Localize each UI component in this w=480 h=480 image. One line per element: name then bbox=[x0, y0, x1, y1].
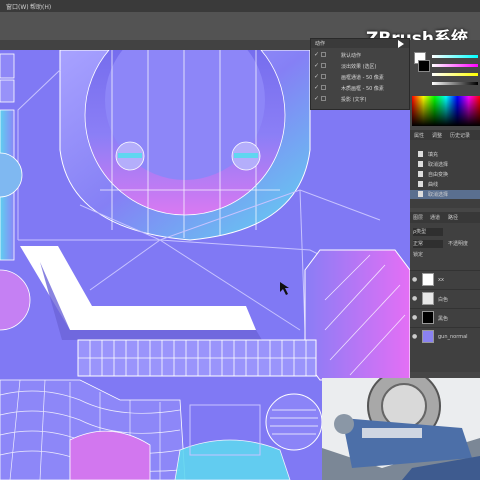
layers-panel: 图层 通道 路径 ρ类型 正常 不透明度 锁定 ● xx ● 白色 ● 黑色 ● gun… bbox=[410, 212, 480, 372]
screw-right-icon bbox=[231, 141, 261, 171]
action-label: 投影 (文字) bbox=[341, 97, 367, 103]
screw-left-icon bbox=[115, 141, 145, 171]
render-preview-image bbox=[322, 378, 480, 480]
folder-icon bbox=[321, 74, 326, 79]
layer-row[interactable]: ● gun_normal bbox=[410, 327, 480, 345]
folder-icon bbox=[321, 52, 326, 57]
video-overlay bbox=[322, 378, 480, 480]
history-label: 自由变换 bbox=[428, 172, 449, 178]
layer-thumbnail bbox=[422, 311, 434, 324]
action-label: 淡出效果 (选区) bbox=[341, 64, 377, 70]
history-item[interactable]: 曲线 bbox=[410, 180, 480, 189]
history-item[interactable]: 自由变换 bbox=[410, 170, 480, 179]
checkmark-icon: ✓ bbox=[314, 84, 320, 91]
action-label: 画框通道 - 50 像素 bbox=[341, 75, 384, 81]
folder-icon bbox=[321, 63, 326, 68]
checkmark-icon: ✓ bbox=[314, 95, 320, 102]
history-label: 取消选择 bbox=[428, 162, 449, 168]
tab-history[interactable]: 历史记录 bbox=[450, 132, 470, 139]
history-panel: 属性 调整 历史记录 填充 取消选择 自由变换 曲线 取消选择 bbox=[410, 130, 480, 208]
document-icon bbox=[418, 191, 423, 197]
history-label: 填充 bbox=[428, 152, 439, 158]
background-swatch[interactable] bbox=[418, 60, 430, 72]
layer-filter-select[interactable]: ρ类型 bbox=[413, 228, 443, 236]
checkmark-icon: ✓ bbox=[314, 51, 320, 58]
layer-name: gun_normal bbox=[438, 334, 468, 340]
folder-icon bbox=[321, 85, 326, 90]
layer-row[interactable]: ● xx bbox=[410, 270, 480, 288]
history-item-selected[interactable]: 取消选择 bbox=[410, 190, 480, 199]
layer-row[interactable]: ● 黑色 bbox=[410, 308, 480, 326]
document-icon bbox=[418, 151, 423, 157]
action-item[interactable]: ✓ 投影 (文字) bbox=[311, 94, 409, 104]
layer-thumbnail bbox=[422, 273, 434, 286]
layer-name: xx bbox=[438, 277, 444, 283]
layer-thumbnail bbox=[422, 292, 434, 305]
action-item[interactable]: ✓ 默认动作 bbox=[311, 50, 409, 60]
layer-row[interactable]: ● 白色 bbox=[410, 289, 480, 307]
action-label: 木质画框 - 50 像素 bbox=[341, 86, 384, 92]
checkmark-icon: ✓ bbox=[314, 73, 320, 80]
color-slider-y[interactable] bbox=[432, 73, 478, 76]
history-tabs: 属性 调整 历史记录 bbox=[410, 130, 480, 140]
actions-panel-tab[interactable]: 动作 bbox=[311, 39, 409, 48]
action-item[interactable]: ✓ 淡出效果 (选区) bbox=[311, 61, 409, 71]
eye-icon[interactable]: ● bbox=[412, 295, 417, 302]
tab-properties[interactable]: 属性 bbox=[414, 132, 424, 139]
play-icon[interactable] bbox=[398, 40, 404, 48]
actions-panel: 动作 ✓ 默认动作 ✓ 淡出效果 (选区) ✓ 画框通道 - 50 像素 ✓ 木质画框 … bbox=[310, 38, 410, 110]
layers-tabs: 图层 通道 路径 bbox=[410, 212, 480, 223]
layer-thumbnail bbox=[422, 330, 434, 343]
color-slider-m[interactable] bbox=[432, 64, 478, 67]
history-label: 取消选择 bbox=[428, 192, 449, 198]
blend-mode-select[interactable]: 正常 bbox=[413, 240, 443, 248]
eye-icon[interactable]: ● bbox=[412, 314, 417, 321]
checkmark-icon: ✓ bbox=[314, 62, 320, 69]
tab-paths[interactable]: 路径 bbox=[448, 214, 458, 221]
history-label: 曲线 bbox=[428, 182, 439, 188]
menu-bar: 窗口(W) 帮助(H) bbox=[0, 0, 480, 12]
color-slider-c[interactable] bbox=[432, 55, 478, 58]
layer-name: 黑色 bbox=[438, 316, 449, 322]
history-item[interactable]: 填充 bbox=[410, 150, 480, 159]
action-label: 默认动作 bbox=[341, 53, 362, 59]
eye-icon[interactable]: ● bbox=[412, 276, 417, 283]
tab-adjustments[interactable]: 调整 bbox=[432, 132, 442, 139]
actions-tab-label: 动作 bbox=[315, 41, 326, 47]
document-icon bbox=[418, 171, 423, 177]
history-item[interactable]: 取消选择 bbox=[410, 160, 480, 169]
action-item[interactable]: ✓ 木质画框 - 50 像素 bbox=[311, 83, 409, 93]
menu-item-window[interactable]: 窗口(W) bbox=[6, 2, 29, 11]
document-icon bbox=[418, 181, 423, 187]
layer-name: 白色 bbox=[438, 297, 449, 303]
opacity-label: 不透明度 bbox=[448, 241, 469, 247]
tab-channels[interactable]: 通道 bbox=[430, 214, 440, 221]
tab-layers[interactable]: 图层 bbox=[413, 214, 423, 221]
color-slider-k[interactable] bbox=[432, 82, 478, 85]
menu-item-help[interactable]: 帮助(H) bbox=[30, 2, 51, 11]
folder-icon bbox=[321, 96, 326, 101]
lock-label: 锁定 bbox=[413, 252, 424, 258]
color-ramp[interactable] bbox=[412, 96, 480, 126]
document-icon bbox=[418, 161, 423, 167]
action-item[interactable]: ✓ 画框通道 - 50 像素 bbox=[311, 72, 409, 82]
eye-icon[interactable]: ● bbox=[412, 333, 417, 340]
